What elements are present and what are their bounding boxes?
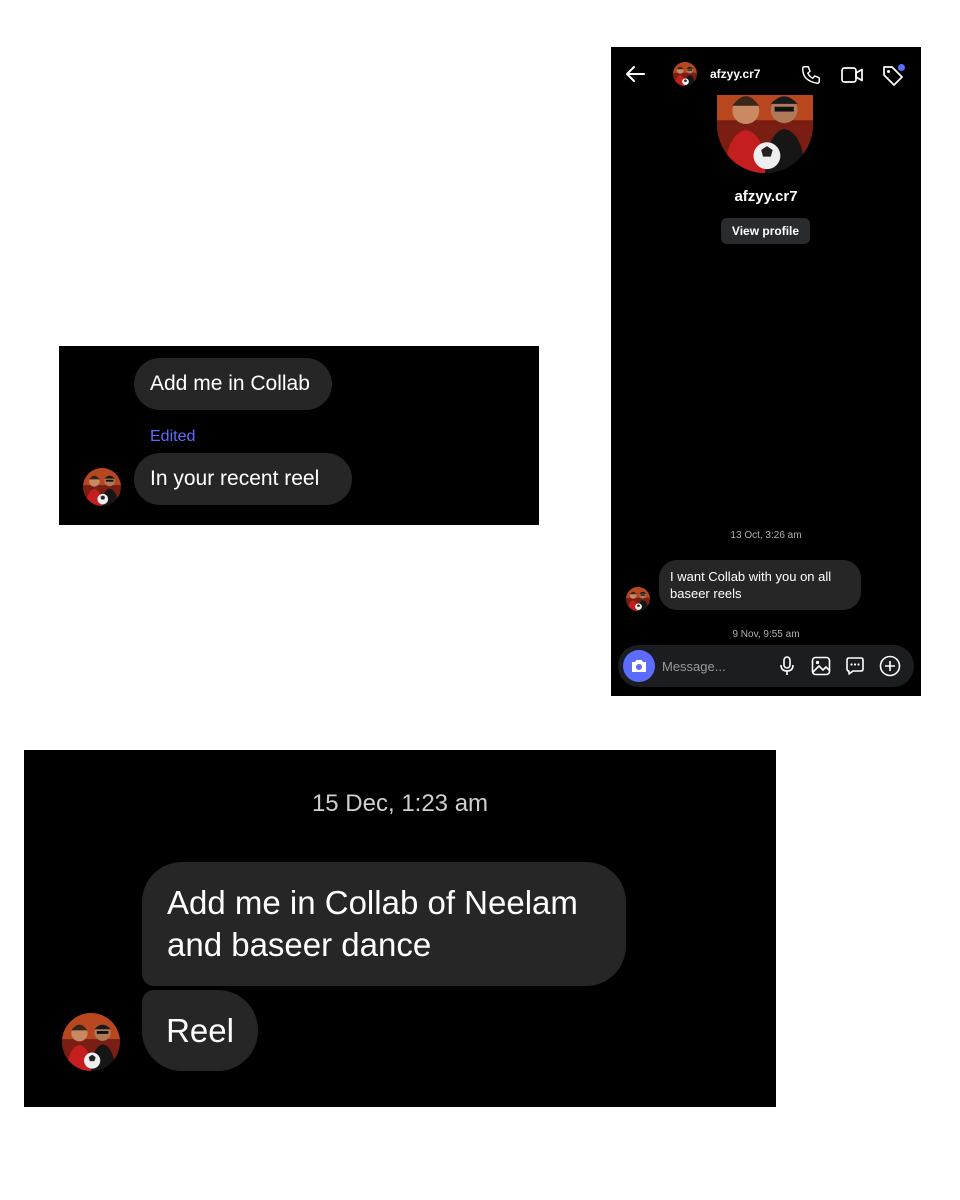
- camera-icon: [632, 660, 646, 672]
- message-crop-edited: Add me in Collab Edited In your recent r…: [59, 346, 539, 525]
- video-icon[interactable]: [840, 65, 864, 85]
- message-bubble[interactable]: I want Collab with you on all baseer ree…: [659, 560, 861, 610]
- phone-icon[interactable]: [800, 64, 822, 86]
- sender-avatar[interactable]: [62, 1013, 120, 1071]
- image-icon[interactable]: [811, 656, 831, 676]
- message-composer: [618, 645, 914, 687]
- header-avatar[interactable]: [673, 62, 697, 86]
- dm-thread-phone: afzyy.cr7 afzyy.cr7 View profile 13 Oct,…: [611, 47, 921, 696]
- timestamp: 13 Oct, 3:26 am: [730, 530, 802, 541]
- microphone-icon[interactable]: [779, 655, 795, 677]
- message-bubble[interactable]: In your recent reel: [134, 453, 352, 505]
- add-icon[interactable]: [879, 655, 901, 677]
- sticker-icon[interactable]: [845, 656, 865, 676]
- sender-avatar[interactable]: [626, 587, 650, 611]
- camera-button[interactable]: [623, 650, 655, 682]
- timestamp: 9 Nov, 9:55 am: [732, 629, 800, 640]
- profile-avatar[interactable]: [717, 95, 813, 173]
- edited-label: Edited: [150, 428, 196, 445]
- sender-avatar[interactable]: [83, 468, 121, 506]
- notification-dot: [898, 64, 905, 71]
- message-bubble[interactable]: Add me in Collab of Neelam and baseer da…: [142, 862, 626, 986]
- message-bubble[interactable]: Add me in Collab: [134, 358, 332, 410]
- message-crop-dec: 15 Dec, 1:23 am Add me in Collab of Neel…: [24, 750, 776, 1107]
- view-profile-button[interactable]: View profile: [721, 218, 810, 244]
- profile-name: afzyy.cr7: [734, 188, 798, 205]
- arrow-left-icon[interactable]: [624, 65, 646, 83]
- message-input[interactable]: [662, 655, 772, 677]
- header-username[interactable]: afzyy.cr7: [710, 67, 760, 81]
- timestamp: 15 Dec, 1:23 am: [311, 790, 489, 817]
- message-bubble[interactable]: Reel: [142, 990, 258, 1071]
